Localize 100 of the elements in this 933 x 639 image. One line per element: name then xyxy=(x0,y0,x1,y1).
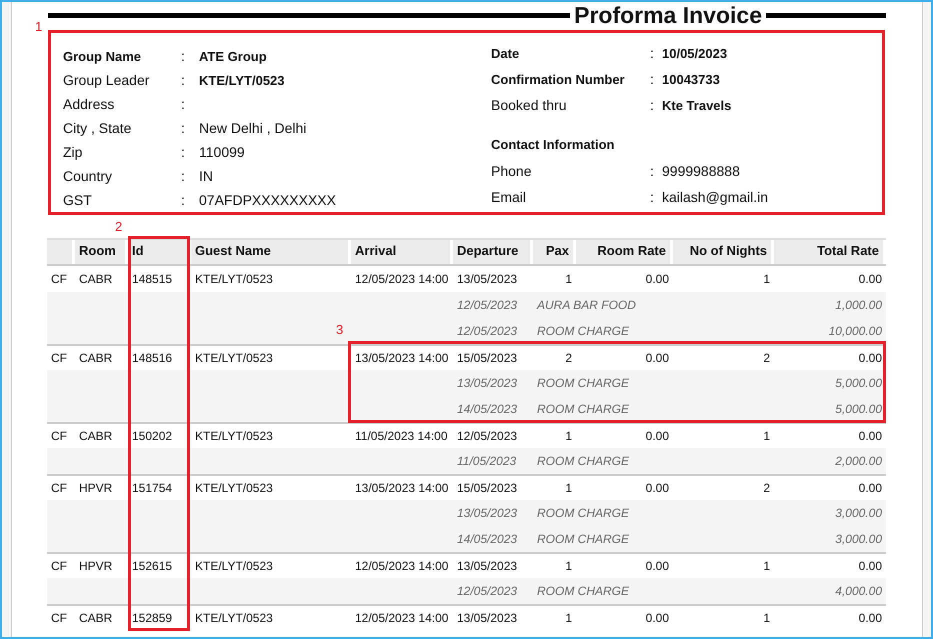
colon: : xyxy=(181,96,185,112)
total-rate-cell-text: 0.00 xyxy=(858,272,883,286)
colon: : xyxy=(650,71,654,87)
charge-date: 12/05/2023 xyxy=(456,584,518,598)
charge-amount: 4,000.00 xyxy=(834,584,883,598)
annotation-number: 1 xyxy=(35,19,42,34)
nights-cell-text: 1 xyxy=(762,559,771,573)
guest-name-cell-text: KTE/LYT/0523 xyxy=(194,429,274,443)
type-cell-text: CF xyxy=(50,351,68,365)
total-rate-cell-text: 0.00 xyxy=(858,611,883,625)
room-cell-text: CABR xyxy=(78,272,114,286)
room-rate-cell-text: 0.00 xyxy=(644,351,670,365)
field-value: IN xyxy=(199,168,213,184)
field-value: 10/05/2023 xyxy=(662,46,728,60)
charge-date: 13/05/2023 xyxy=(456,506,518,520)
field-value: ATE Group xyxy=(199,48,267,64)
field-label: Date xyxy=(491,46,520,60)
id-cell-text: 151754 xyxy=(131,481,174,495)
charge-date: 11/05/2023 xyxy=(456,454,518,468)
charge-description: ROOM CHARGE xyxy=(536,454,630,468)
arrival-cell-text: 13/05/2023 14:00 xyxy=(354,351,450,365)
pax-cell-text: 1 xyxy=(564,559,573,573)
charge-description: ROOM CHARGE xyxy=(536,402,630,416)
arrival-cell-text: 12/05/2023 14:00 xyxy=(354,559,450,573)
pax-cell-text: 1 xyxy=(564,429,573,443)
arrival-cell-text: 12/05/2023 14:00 xyxy=(354,611,450,625)
charge-description: ROOM CHARGE xyxy=(536,376,630,390)
field-value: Kte Travels xyxy=(662,98,732,112)
colon: : xyxy=(181,120,185,136)
field-label: Group Name xyxy=(63,48,142,64)
colon: : xyxy=(181,168,185,184)
pax-cell-text: 2 xyxy=(564,351,573,365)
total-rate-cell-text: 0.00 xyxy=(858,481,883,495)
invoice-title: Proforma Invoice xyxy=(574,2,762,28)
id-cell-text: 148515 xyxy=(131,272,174,286)
room-cell-text: CABR xyxy=(78,429,114,443)
charge-date: 13/05/2023 xyxy=(456,376,518,390)
nights-cell-text: 1 xyxy=(762,429,771,443)
field-label: Zip xyxy=(63,144,82,160)
field-label: Booked thru xyxy=(491,97,566,113)
guest-name-cell-text: KTE/LYT/0523 xyxy=(194,481,274,495)
charge-amount: 2,000.00 xyxy=(834,454,883,468)
room-rate-cell-text: 0.00 xyxy=(644,272,670,286)
guest-name-cell-text: KTE/LYT/0523 xyxy=(194,611,274,625)
charge-date: 12/05/2023 xyxy=(456,298,518,312)
charge-description: AURA BAR FOOD xyxy=(536,298,637,312)
pax-cell-text: 1 xyxy=(564,611,573,625)
room-cell-text: CABR xyxy=(78,611,114,625)
field-value: kailash@gmail.in xyxy=(662,189,768,205)
room-cell-text: CABR xyxy=(78,351,114,365)
colon: : xyxy=(181,144,185,160)
id-cell-text: 152615 xyxy=(131,559,174,573)
field-value: KTE/LYT/0523 xyxy=(199,72,285,88)
field-label: Country xyxy=(63,168,112,184)
field-value: 9999988888 xyxy=(662,163,740,179)
pax-cell-text: 1 xyxy=(564,272,573,286)
field-label: City , State xyxy=(63,120,132,136)
guest-name-cell-text: KTE/LYT/0523 xyxy=(194,351,274,365)
nights-cell-text: 2 xyxy=(762,481,771,495)
field-value: New Delhi , Delhi xyxy=(199,120,306,136)
charge-date: 12/05/2023 xyxy=(456,324,518,338)
field-value: 07AFDPXXXXXXXXX xyxy=(199,192,336,208)
arrival-cell-text: 12/05/2023 14:00 xyxy=(354,272,450,286)
charge-amount: 3,000.00 xyxy=(834,532,883,546)
colon: : xyxy=(650,189,654,205)
field-label: Group Leader xyxy=(63,72,150,88)
type-cell-text: CF xyxy=(50,429,68,443)
charge-description: ROOM CHARGE xyxy=(536,324,630,338)
field-label: GST xyxy=(63,192,92,208)
field-value: 10043733 xyxy=(662,72,720,86)
field-label: Confirmation Number xyxy=(491,72,625,86)
colon: : xyxy=(650,97,654,113)
total-rate-cell-text: 0.00 xyxy=(858,429,883,443)
nights-cell-text: 2 xyxy=(762,351,771,365)
colon: : xyxy=(181,192,185,208)
charge-amount: 3,000.00 xyxy=(834,506,883,520)
id-cell-text: 150202 xyxy=(131,429,174,443)
room-rate-cell-text: 0.00 xyxy=(644,429,670,443)
annotation-number: 2 xyxy=(115,219,122,234)
charge-description: ROOM CHARGE xyxy=(536,584,630,598)
guest-name-cell-text: KTE/LYT/0523 xyxy=(194,559,274,573)
type-cell-text: CF xyxy=(50,559,68,573)
room-cell-text: HPVR xyxy=(78,559,114,573)
guest-name-cell-text: KTE/LYT/0523 xyxy=(194,272,274,286)
charge-amount: 10,000.00 xyxy=(828,324,883,338)
departure-cell-text: 15/05/2023 xyxy=(456,481,518,495)
room-rate-cell-text: 0.00 xyxy=(644,559,670,573)
field-label: Email xyxy=(491,189,526,205)
departure-cell-text: 12/05/2023 xyxy=(456,429,518,443)
nights-cell-text: 1 xyxy=(762,611,771,625)
charge-amount: 5,000.00 xyxy=(834,402,883,416)
nights-cell-text: 1 xyxy=(762,272,771,286)
charge-amount: 5,000.00 xyxy=(834,376,883,390)
room-rate-cell-text: 0.00 xyxy=(644,611,670,625)
field-label: Phone xyxy=(491,163,532,179)
annotation-number: 3 xyxy=(336,322,344,337)
colon: : xyxy=(181,72,185,88)
charge-date: 14/05/2023 xyxy=(456,402,518,416)
departure-cell-text: 15/05/2023 xyxy=(456,351,518,365)
section-heading: Contact Information xyxy=(491,136,616,154)
